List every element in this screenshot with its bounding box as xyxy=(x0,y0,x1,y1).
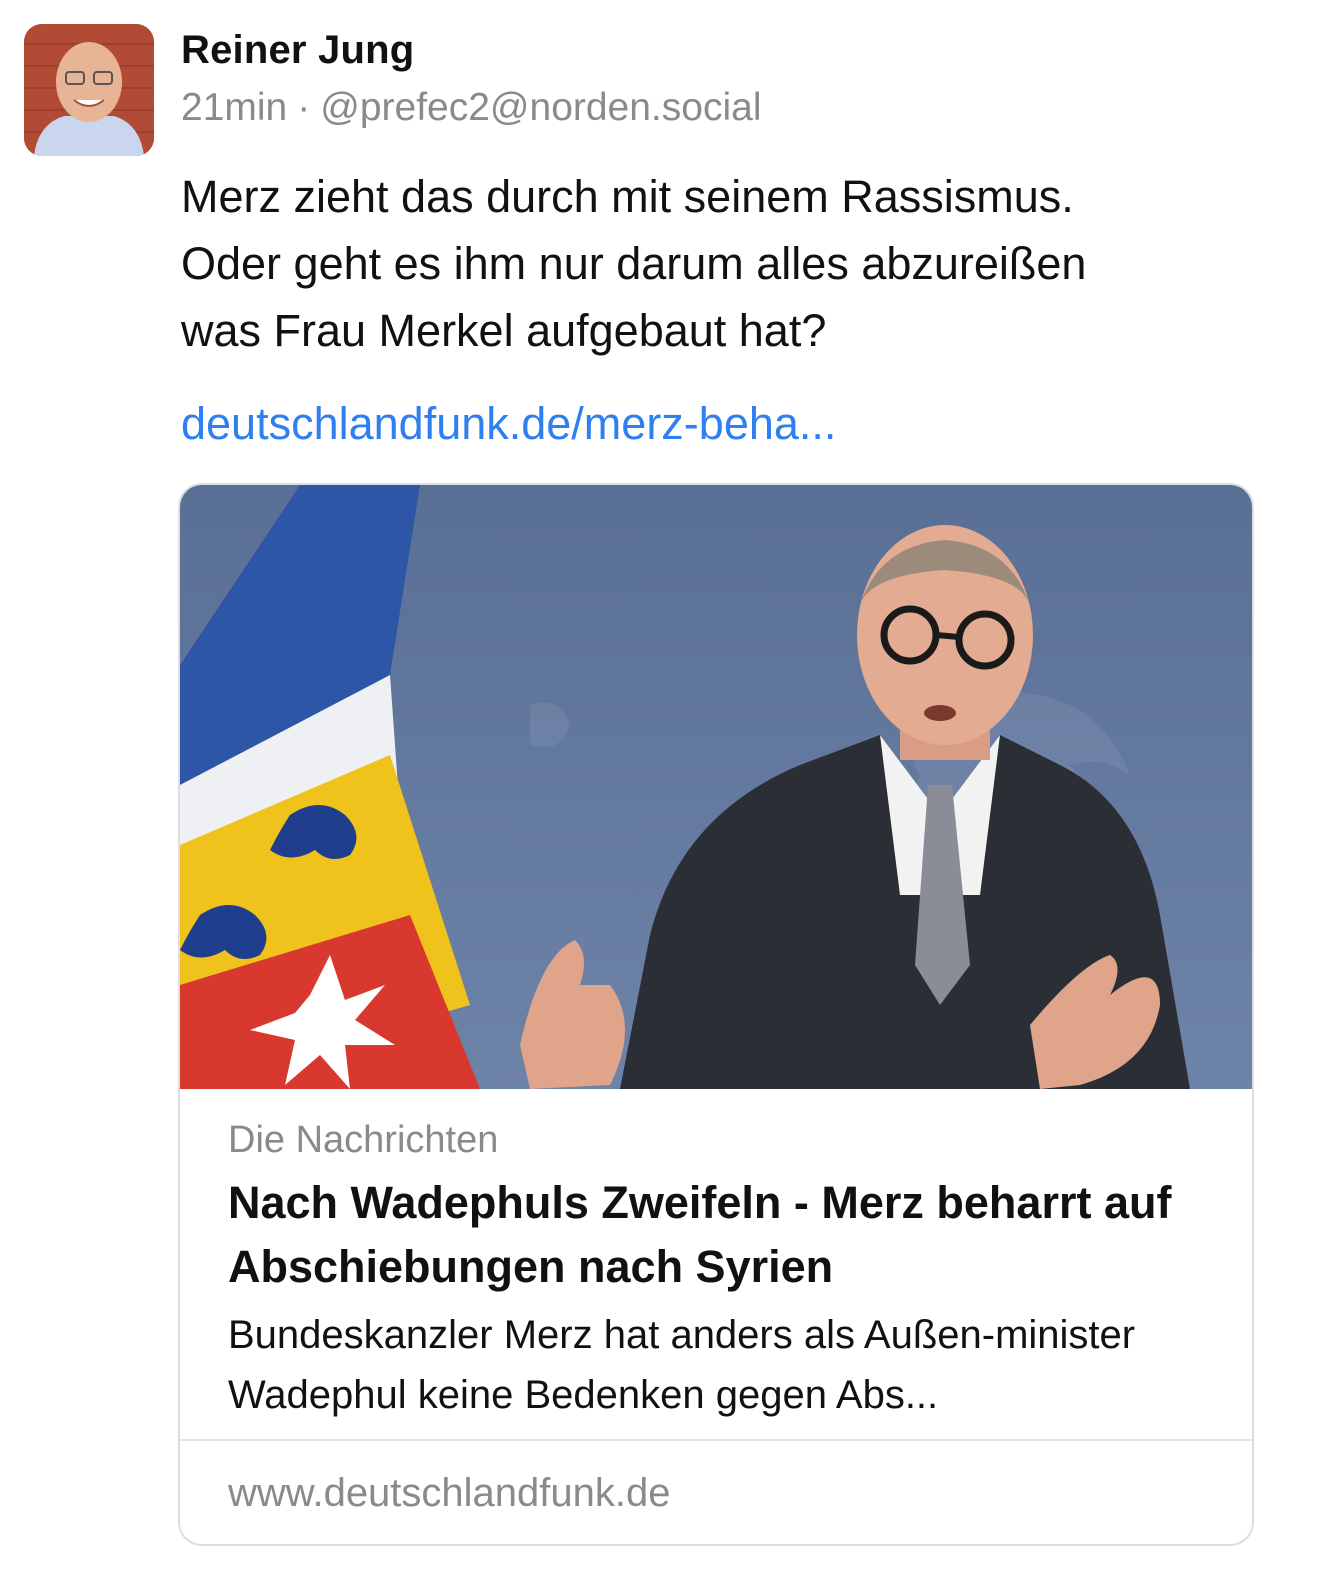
author-display-name[interactable]: Reiner Jung xyxy=(181,28,414,73)
author-handle[interactable]: @prefec2@norden.social xyxy=(320,86,761,129)
post-meta: 21min · @prefec2@norden.social xyxy=(181,86,761,130)
link-preview-card[interactable]: Die Nachrichten Nach Wadephuls Zweifeln … xyxy=(178,483,1254,1546)
meta-separator: · xyxy=(297,86,311,129)
post-time: 21min xyxy=(181,86,288,129)
card-description: Bundeskanzler Merz hat anders als Außen-… xyxy=(228,1313,1136,1417)
card-domain[interactable]: www.deutschlandfunk.de xyxy=(228,1471,671,1516)
card-image xyxy=(180,485,1252,1089)
card-title[interactable]: Nach Wadephuls Zweifeln - Merz beharrt a… xyxy=(228,1171,1218,1299)
avatar-photo xyxy=(24,24,154,156)
card-source: Die Nachrichten xyxy=(228,1119,499,1161)
post-link[interactable]: deutschlandfunk.de/merz-beha... xyxy=(181,398,836,450)
card-divider xyxy=(180,1439,1252,1441)
post-text: Merz zieht das durch mit seinem Rassismu… xyxy=(181,171,1087,356)
avatar[interactable] xyxy=(24,24,154,156)
